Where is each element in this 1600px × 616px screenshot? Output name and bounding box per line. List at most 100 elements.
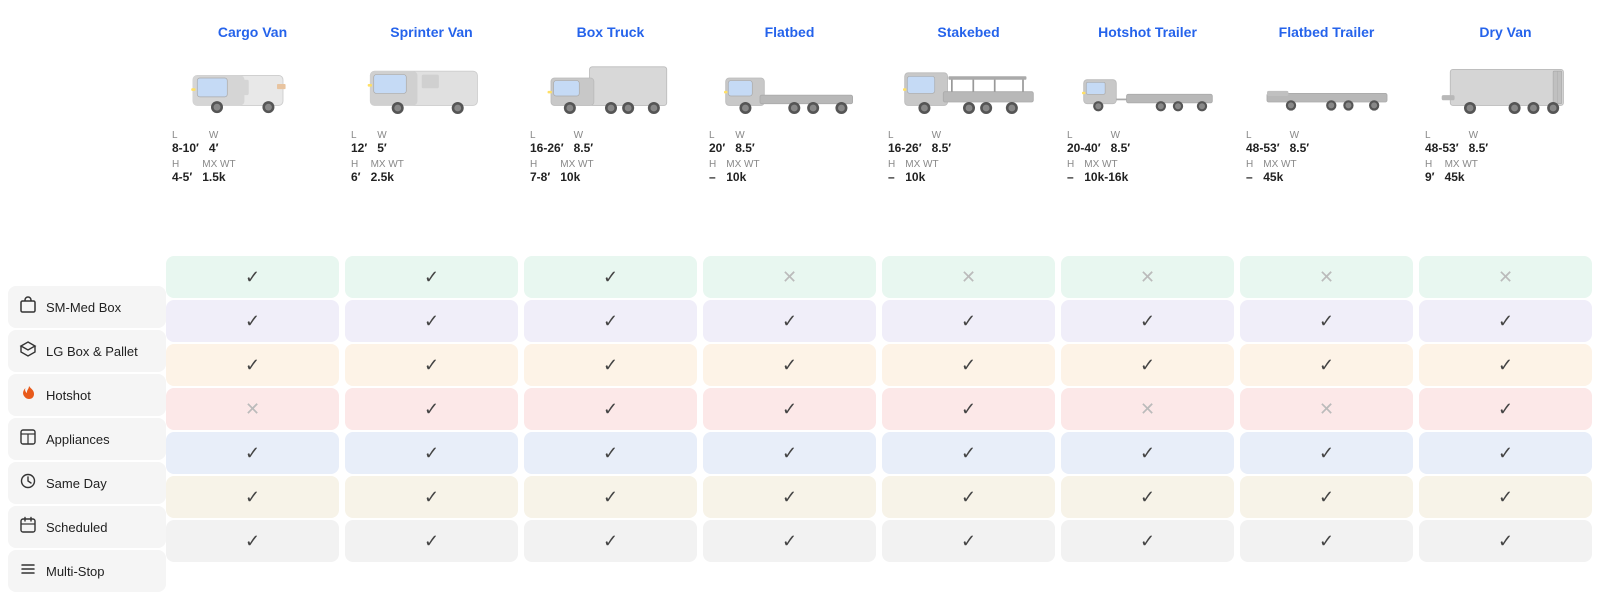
flatbed-specs: L20′ W8.5′ H– MX WT10k [709,130,870,188]
sidebar-item-lg-box-pallet[interactable]: LG Box & Pallet [8,330,166,372]
capability-cell: ✓ [345,300,518,342]
capability-cell: ✓ [345,476,518,518]
flatbed-trailer-header: Flatbed Trailer [1240,16,1413,256]
page-container: SM-Med Box LG Box & Pallet Hotshot Appli… [0,0,1600,612]
hotshot-trailer-specs: L20-40′ W8.5′ H– MX WT10k-16k [1067,130,1228,188]
capability-cell: ✓ [166,256,339,298]
stakebed-capabilities: ✕ ✓ ✓ ✓ ✓ ✓ ✓ [882,256,1055,562]
capability-cell: ✓ [524,388,697,430]
dry-van-name: Dry Van [1479,24,1531,40]
sidebar-item-multi-stop[interactable]: Multi-Stop [8,550,166,592]
sidebar-item-hotshot-label: Hotshot [46,388,91,403]
cargo-van-image [172,48,333,120]
capability-cell: ✓ [1240,344,1413,386]
capability-cell: ✕ [703,256,876,298]
capability-cell: ✓ [166,300,339,342]
capability-cell: ✓ [524,520,697,562]
capability-cell: ✓ [524,256,697,298]
capability-cell: ✓ [166,344,339,386]
vehicle-col-sprinter-van: Sprinter Van [345,16,518,596]
sprinter-van-specs: L12′ W5′ H6′ MX WT2.5k [351,130,512,188]
dry-van-header: Dry Van [1419,16,1592,256]
sprinter-van-capabilities: ✓ ✓ ✓ ✓ ✓ ✓ ✓ [345,256,518,562]
vehicle-col-stakebed: Stakebed [882,16,1055,596]
stakebed-header: Stakebed [882,16,1055,256]
capability-cell: ✓ [1240,300,1413,342]
capability-cell: ✕ [1061,388,1234,430]
capability-cell: ✓ [882,344,1055,386]
stakebed-name: Stakebed [937,24,999,40]
capability-cell: ✓ [703,476,876,518]
box-truck-header: Box Truck [524,16,697,256]
dry-van-capabilities: ✕ ✓ ✓ ✓ ✓ ✓ ✓ [1419,256,1592,562]
sidebar-item-hotshot[interactable]: Hotshot [8,374,166,416]
capability-cell: ✓ [345,344,518,386]
box-truck-capabilities: ✓ ✓ ✓ ✓ ✓ ✓ ✓ [524,256,697,562]
capability-cell: ✕ [1419,256,1592,298]
sidebar: SM-Med Box LG Box & Pallet Hotshot Appli… [8,16,166,596]
capability-cell: ✓ [524,300,697,342]
vehicle-col-flatbed: Flatbed [703,16,876,596]
vehicle-col-dry-van: Dry Van [1419,16,1592,596]
sm-med-box-icon [18,296,38,319]
capability-cell: ✓ [703,520,876,562]
flatbed-header: Flatbed [703,16,876,256]
sprinter-van-name: Sprinter Van [390,24,472,40]
capability-cell: ✕ [1240,256,1413,298]
appliances-icon [18,428,38,451]
hotshot-icon [18,384,38,407]
dry-van-specs: L48-53′ W8.5′ H9′ MX WT45k [1425,130,1586,188]
box-truck-specs: L16-26′ W8.5′ H7-8′ MX WT10k [530,130,691,188]
sprinter-van-image [351,48,512,120]
capability-cell: ✓ [166,432,339,474]
sidebar-item-multi-stop-label: Multi-Stop [46,564,105,579]
capability-cell: ✓ [1061,300,1234,342]
vehicle-col-box-truck: Box Truck [524,16,697,596]
vehicle-col-cargo-van: Cargo Van [166,16,339,596]
cargo-van-name: Cargo Van [218,24,287,40]
capability-cell: ✓ [524,344,697,386]
capability-cell: ✓ [1240,432,1413,474]
hotshot-trailer-image [1067,48,1228,120]
cargo-van-capabilities: ✓ ✓ ✓ ✕ ✓ ✓ ✓ [166,256,339,562]
capability-cell: ✕ [1061,256,1234,298]
same-day-icon [18,472,38,495]
box-truck-name: Box Truck [577,24,645,40]
sidebar-item-sm-med-box-label: SM-Med Box [46,300,121,315]
vehicle-col-flatbed-trailer: Flatbed Trailer [1240,16,1413,596]
sidebar-item-scheduled[interactable]: Scheduled [8,506,166,548]
sidebar-item-same-day[interactable]: Same Day [8,462,166,504]
sidebar-item-same-day-label: Same Day [46,476,107,491]
sidebar-item-scheduled-label: Scheduled [46,520,107,535]
capability-cell: ✓ [882,520,1055,562]
stakebed-specs: L16-26′ W8.5′ H– MX WT10k [888,130,1049,188]
sprinter-van-header: Sprinter Van [345,16,518,256]
flatbed-trailer-capabilities: ✕ ✓ ✓ ✕ ✓ ✓ ✓ [1240,256,1413,562]
box-truck-image [530,48,691,120]
hotshot-trailer-name: Hotshot Trailer [1098,24,1197,40]
sidebar-item-sm-med-box[interactable]: SM-Med Box [8,286,166,328]
capability-cell: ✕ [1240,388,1413,430]
sidebar-item-appliances[interactable]: Appliances [8,418,166,460]
capability-cell: ✓ [703,344,876,386]
flatbed-capabilities: ✕ ✓ ✓ ✓ ✓ ✓ ✓ [703,256,876,562]
scheduled-icon [18,516,38,539]
capability-cell: ✓ [1419,388,1592,430]
capability-cell: ✓ [703,300,876,342]
capability-cell: ✓ [1419,344,1592,386]
capability-cell: ✓ [703,432,876,474]
capability-cell: ✓ [882,432,1055,474]
flatbed-trailer-name: Flatbed Trailer [1279,24,1375,40]
capability-cell: ✓ [345,256,518,298]
capability-cell: ✕ [882,256,1055,298]
cargo-van-specs: L8-10′ W4′ H4-5′ MX WT1.5k [172,130,333,188]
capability-cell: ✓ [524,432,697,474]
capability-cell: ✓ [166,476,339,518]
capability-cell: ✓ [882,476,1055,518]
capability-cell: ✕ [166,388,339,430]
capability-cell: ✓ [882,388,1055,430]
hotshot-trailer-capabilities: ✕ ✓ ✓ ✕ ✓ ✓ ✓ [1061,256,1234,562]
capability-cell: ✓ [1240,520,1413,562]
cargo-van-header: Cargo Van [166,16,339,256]
capability-cell: ✓ [703,388,876,430]
